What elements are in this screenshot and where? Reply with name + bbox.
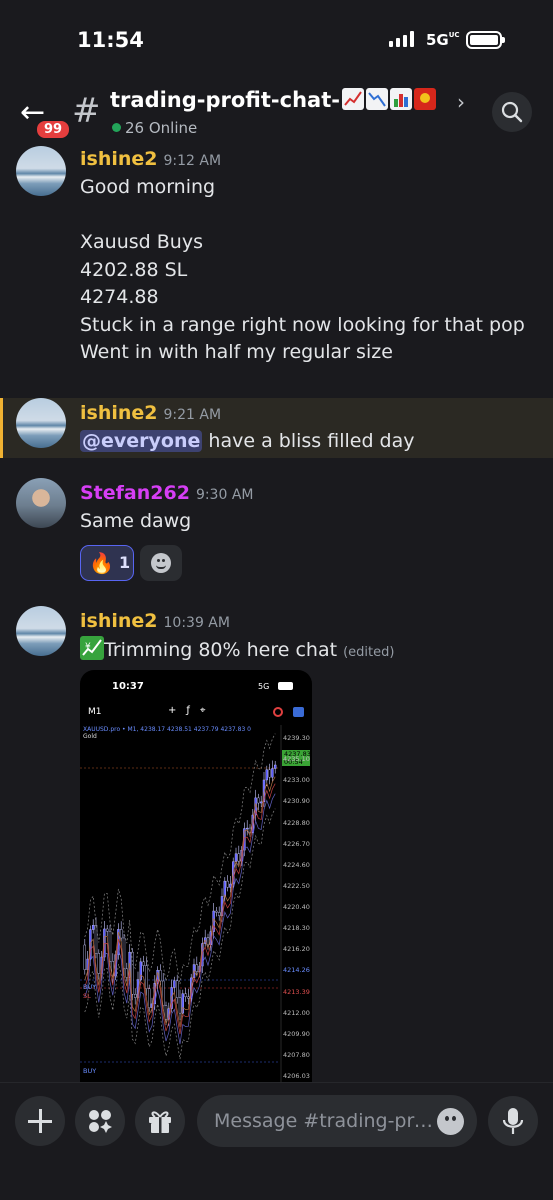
price-axis-label: 4214.26: [283, 966, 310, 975]
price-axis-label: 4212.00: [283, 1008, 310, 1017]
order-marker-label: BUY: [83, 1067, 97, 1075]
everyone-mention[interactable]: @everyone: [80, 430, 203, 452]
chart-tools-icon: +ƒ⌖: [168, 705, 216, 716]
timeframe-label: M1: [88, 707, 102, 717]
price-axis-label: 4233.00: [283, 776, 310, 785]
price-axis-label: 4230.90: [283, 797, 310, 806]
attachment-network: 5G: [258, 682, 270, 691]
message-timestamp: 9:21 AM: [163, 407, 222, 423]
unread-badge: 99: [34, 118, 73, 141]
status-time: 11:54: [77, 28, 144, 52]
message-mention-highlight[interactable]: ishine2 9:21 AM @everyone have a bliss fi…: [0, 398, 553, 458]
price-axis-label: 4220.40: [283, 903, 310, 911]
price-axis-label: 4222.50: [283, 881, 310, 890]
reaction-fire[interactable]: 🔥 1: [80, 545, 134, 581]
network-label: 5GUC: [426, 31, 460, 49]
clock-icon: [273, 707, 283, 717]
reaction-count: 1: [119, 553, 131, 572]
price-axis-label: 4235.10: [283, 755, 310, 764]
search-button[interactable]: [492, 92, 532, 132]
online-dot-icon: [112, 123, 121, 132]
window-icon: [293, 707, 304, 717]
image-attachment[interactable]: 10:37 5G M1 +ƒ⌖ XAUUSD.pro • M1, 4238.17…: [80, 670, 312, 1090]
microphone-icon: [502, 1108, 524, 1134]
chart-yen-emoji-icon: ¥: [80, 636, 104, 660]
channel-header: ← 99 # trading-profit-chat- › 26 Online: [0, 80, 553, 146]
price-axis-label: 4239.30: [283, 734, 310, 742]
message-body: Same dawg: [80, 510, 192, 532]
price-axis-label: 4207.80: [283, 1050, 310, 1059]
price-axis-label: 4218.30: [283, 924, 310, 933]
chart-up-emoji-icon: [341, 88, 364, 110]
message-input-placeholder: Message #trading-profit-chat-: [214, 1110, 436, 1132]
message-input[interactable]: Message #trading-profit-chat-: [197, 1095, 477, 1147]
avatar[interactable]: [16, 146, 66, 196]
message-body: ¥ Trimming 80% here chat (edited): [80, 636, 394, 667]
gift-icon: [149, 1111, 171, 1133]
message[interactable]: ishine2 9:12 AM Good morning Xauusd Buys 4…: [0, 146, 553, 386]
signal-icon: [389, 31, 414, 47]
attachment-status-time: 10:37: [112, 681, 144, 692]
message-timestamp: 9:30 AM: [195, 487, 254, 503]
apps-button[interactable]: [75, 1096, 125, 1146]
price-axis-label: 4228.80: [283, 818, 310, 827]
message-body: @everyone have a bliss filled day: [80, 430, 415, 452]
plus-button[interactable]: [15, 1096, 65, 1146]
search-icon: [501, 101, 523, 123]
message-author[interactable]: ishine2 10:39 AM: [80, 610, 230, 632]
avatar[interactable]: [16, 478, 66, 528]
message-author[interactable]: ishine2 9:21 AM: [80, 402, 221, 424]
gift-button[interactable]: [135, 1096, 185, 1146]
add-reaction-icon: [151, 553, 171, 573]
message-timestamp: 9:12 AM: [163, 153, 222, 169]
chevron-right-icon[interactable]: ›: [457, 90, 465, 114]
channel-hash-icon: #: [72, 91, 101, 131]
online-count: 26 Online: [112, 119, 197, 137]
price-axis-label: 4216.20: [283, 945, 310, 954]
avatar[interactable]: [16, 398, 66, 448]
price-axis-label: 4224.60: [283, 860, 310, 869]
message-body: Good morning Xauusd Buys 4202.88 SL 4274.8…: [80, 176, 525, 363]
attachment-battery-icon: [278, 682, 293, 690]
emoji-icon[interactable]: [437, 1108, 464, 1135]
price-axis-label: 4209.90: [283, 1029, 310, 1038]
status-bar: 11:54 5GUC: [0, 0, 553, 80]
message-author[interactable]: Stefan262 9:30 AM: [80, 482, 253, 504]
price-chart: [80, 725, 282, 1090]
svg-text:¥: ¥: [85, 642, 91, 652]
avatar[interactable]: [16, 606, 66, 656]
price-axis-label: 4213.39: [283, 987, 310, 996]
add-reaction-button[interactable]: [140, 545, 182, 581]
fire-emoji-icon: 🔥: [89, 551, 114, 575]
red-envelope-emoji-icon: [413, 88, 436, 110]
chart-down-emoji-icon: [365, 88, 388, 110]
apps-icon: [89, 1110, 112, 1133]
message[interactable]: ishine2 10:39 AM ¥ Trimming 80% here chat …: [0, 606, 553, 666]
message-composer: Message #trading-profit-chat-: [0, 1082, 553, 1200]
order-marker-label: SL: [83, 992, 91, 1000]
price-axis-label: 4206.03: [283, 1072, 310, 1080]
price-axis-label: 4226.70: [283, 839, 310, 848]
channel-title[interactable]: trading-profit-chat-: [110, 88, 436, 112]
channel-name: trading-profit-chat-: [110, 88, 340, 112]
message-timestamp: 10:39 AM: [163, 615, 230, 631]
battery-icon: [466, 31, 505, 49]
bar-chart-emoji-icon: [389, 88, 412, 110]
order-marker-label: BUY: [83, 983, 97, 991]
microphone-button[interactable]: [488, 1096, 538, 1146]
message-author[interactable]: ishine2 9:12 AM: [80, 148, 221, 170]
edited-label: (edited): [343, 645, 395, 660]
